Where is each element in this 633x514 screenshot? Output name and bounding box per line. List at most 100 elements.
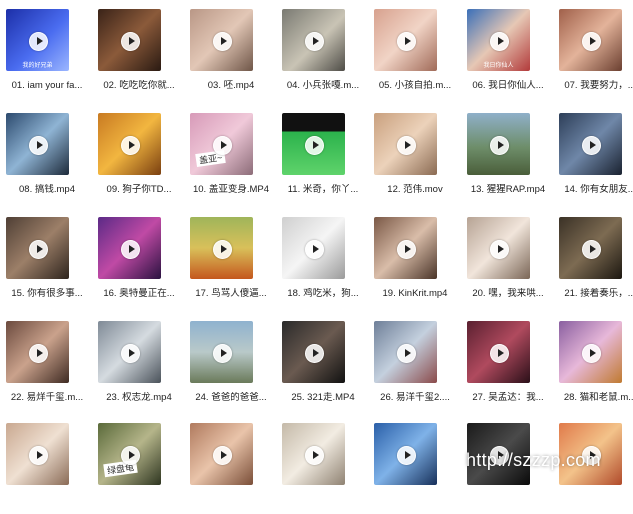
- video-file-item[interactable]: [278, 414, 368, 514]
- video-thumbnail[interactable]: [467, 113, 530, 175]
- file-name-label: 21. 接着奏乐，...: [564, 288, 633, 299]
- video-thumbnail[interactable]: [98, 321, 161, 383]
- video-thumbnail[interactable]: [190, 217, 253, 279]
- video-thumbnail[interactable]: [6, 113, 69, 175]
- video-file-item[interactable]: 13. 猩猩RAP.mp4: [463, 104, 553, 204]
- play-icon: [397, 31, 416, 51]
- play-icon: [213, 31, 232, 51]
- video-thumbnail[interactable]: [282, 113, 345, 175]
- video-thumbnail[interactable]: [282, 423, 345, 485]
- file-name-label: 16. 奥特曼正在...: [103, 288, 175, 299]
- video-thumbnail[interactable]: [374, 9, 437, 71]
- video-file-item[interactable]: 03. 呸.mp4: [186, 0, 276, 100]
- video-file-item[interactable]: 25. 321走.MP4: [278, 312, 368, 412]
- video-file-item[interactable]: 09. 狗子你TD...: [94, 104, 184, 204]
- file-name-label: 11. 米奇，你丫...: [287, 184, 359, 195]
- play-icon: [29, 445, 48, 465]
- video-file-item[interactable]: 11. 米奇，你丫...: [278, 104, 368, 204]
- video-thumbnail[interactable]: [467, 217, 530, 279]
- video-file-item[interactable]: 12. 范伟.mov: [370, 104, 460, 204]
- video-file-item[interactable]: 14. 你有女朋友...: [555, 104, 633, 204]
- video-thumbnail[interactable]: [559, 113, 622, 175]
- video-thumbnail[interactable]: [559, 9, 622, 71]
- play-icon: [582, 239, 601, 259]
- video-file-item[interactable]: 18. 鸡吃米，狗...: [278, 208, 368, 308]
- video-file-item[interactable]: 05. 小孩自拍.m...: [370, 0, 460, 100]
- file-name-label: 14. 你有女朋友...: [564, 184, 633, 195]
- play-icon: [490, 135, 509, 155]
- video-file-item[interactable]: 23. 权志龙.mp4: [94, 312, 184, 412]
- video-file-item[interactable]: 28. 猫和老鼠.m...: [555, 312, 633, 412]
- file-name-label: 20. 嘿，我来哄...: [472, 288, 544, 299]
- play-icon: [397, 239, 416, 259]
- video-thumbnail[interactable]: [467, 321, 530, 383]
- play-icon: [213, 239, 232, 259]
- video-thumbnail[interactable]: [98, 217, 161, 279]
- play-icon: [582, 31, 601, 51]
- video-file-item[interactable]: 16. 奥特曼正在...: [94, 208, 184, 308]
- play-icon: [29, 135, 48, 155]
- video-thumbnail[interactable]: [559, 321, 622, 383]
- video-thumbnail[interactable]: [282, 217, 345, 279]
- file-name-label: 17. 鸟骂人傻逼...: [195, 288, 267, 299]
- video-file-item[interactable]: [186, 414, 276, 514]
- video-thumbnail[interactable]: [374, 113, 437, 175]
- video-file-item[interactable]: 02. 吃吃吃你就...: [94, 0, 184, 100]
- video-file-item[interactable]: 20. 嘿，我来哄...: [463, 208, 553, 308]
- video-file-item[interactable]: 绿盘龟: [94, 414, 184, 514]
- play-icon: [305, 445, 324, 465]
- file-name-label: 03. 呸.mp4: [207, 80, 255, 91]
- play-icon: [305, 31, 324, 51]
- video-file-item[interactable]: 21. 接着奏乐，...: [555, 208, 633, 308]
- video-thumbnail[interactable]: [559, 217, 622, 279]
- video-file-item[interactable]: 24. 爸爸的爸爸...: [186, 312, 276, 412]
- play-icon: [29, 31, 48, 51]
- video-file-item[interactable]: 19. KinKrit.mp4: [370, 208, 460, 308]
- video-file-item[interactable]: 17. 鸟骂人傻逼...: [186, 208, 276, 308]
- play-icon: [121, 343, 140, 363]
- video-thumbnail[interactable]: 我的好兄弟: [6, 9, 69, 71]
- file-name-label: 27. 吴孟达：我...: [472, 392, 544, 403]
- video-thumbnail[interactable]: [282, 9, 345, 71]
- video-file-item[interactable]: 07. 我要努力，...: [555, 0, 633, 100]
- video-thumbnail[interactable]: [190, 321, 253, 383]
- video-thumbnail[interactable]: [6, 423, 69, 485]
- video-file-item[interactable]: 22. 易烊千玺.m...: [2, 312, 92, 412]
- file-name-label: 04. 小兵张嘎.m...: [286, 80, 360, 91]
- video-thumbnail[interactable]: 我日你仙人: [467, 9, 530, 71]
- file-name-label: 12. 范伟.mov: [387, 184, 443, 195]
- video-file-item[interactable]: 26. 易洋千玺2....: [370, 312, 460, 412]
- file-name-label: 19. KinKrit.mp4: [382, 288, 448, 299]
- video-thumbnail[interactable]: [98, 113, 161, 175]
- video-thumbnail[interactable]: [374, 321, 437, 383]
- video-file-item[interactable]: [370, 414, 460, 514]
- video-thumbnail[interactable]: [282, 321, 345, 383]
- play-icon: [213, 135, 232, 155]
- file-name-label: 08. 搞钱.mp4: [19, 184, 75, 195]
- video-thumbnail[interactable]: 绿盘龟: [98, 423, 161, 485]
- video-file-item[interactable]: 08. 搞钱.mp4: [2, 104, 92, 204]
- video-file-item[interactable]: 我的好兄弟 01. iam your fa...: [2, 0, 92, 100]
- video-file-item[interactable]: 04. 小兵张嘎.m...: [278, 0, 368, 100]
- video-thumbnail[interactable]: [190, 9, 253, 71]
- video-thumbnail[interactable]: [374, 217, 437, 279]
- video-thumbnail[interactable]: [6, 217, 69, 279]
- video-file-item[interactable]: 27. 吴孟达：我...: [463, 312, 553, 412]
- file-name-label: 09. 狗子你TD...: [106, 184, 172, 195]
- play-icon: [213, 343, 232, 363]
- play-icon: [397, 445, 416, 465]
- video-file-item[interactable]: 15. 你有很多事...: [2, 208, 92, 308]
- play-icon: [121, 445, 140, 465]
- video-thumbnail[interactable]: [6, 321, 69, 383]
- file-name-label: 10. 盖亚变身.MP4: [192, 184, 270, 195]
- video-thumbnail[interactable]: 盖亚~: [190, 113, 253, 175]
- video-file-item[interactable]: [2, 414, 92, 514]
- play-icon: [121, 135, 140, 155]
- video-thumbnail[interactable]: [374, 423, 437, 485]
- video-thumbnail[interactable]: [190, 423, 253, 485]
- file-name-label: 02. 吃吃吃你就...: [103, 80, 175, 91]
- video-file-item[interactable]: 我日你仙人 06. 我日你仙人...: [463, 0, 553, 100]
- video-thumbnail[interactable]: [98, 9, 161, 71]
- file-name-label: 06. 我日你仙人...: [472, 80, 544, 91]
- video-file-item[interactable]: 盖亚~ 10. 盖亚变身.MP4: [186, 104, 276, 204]
